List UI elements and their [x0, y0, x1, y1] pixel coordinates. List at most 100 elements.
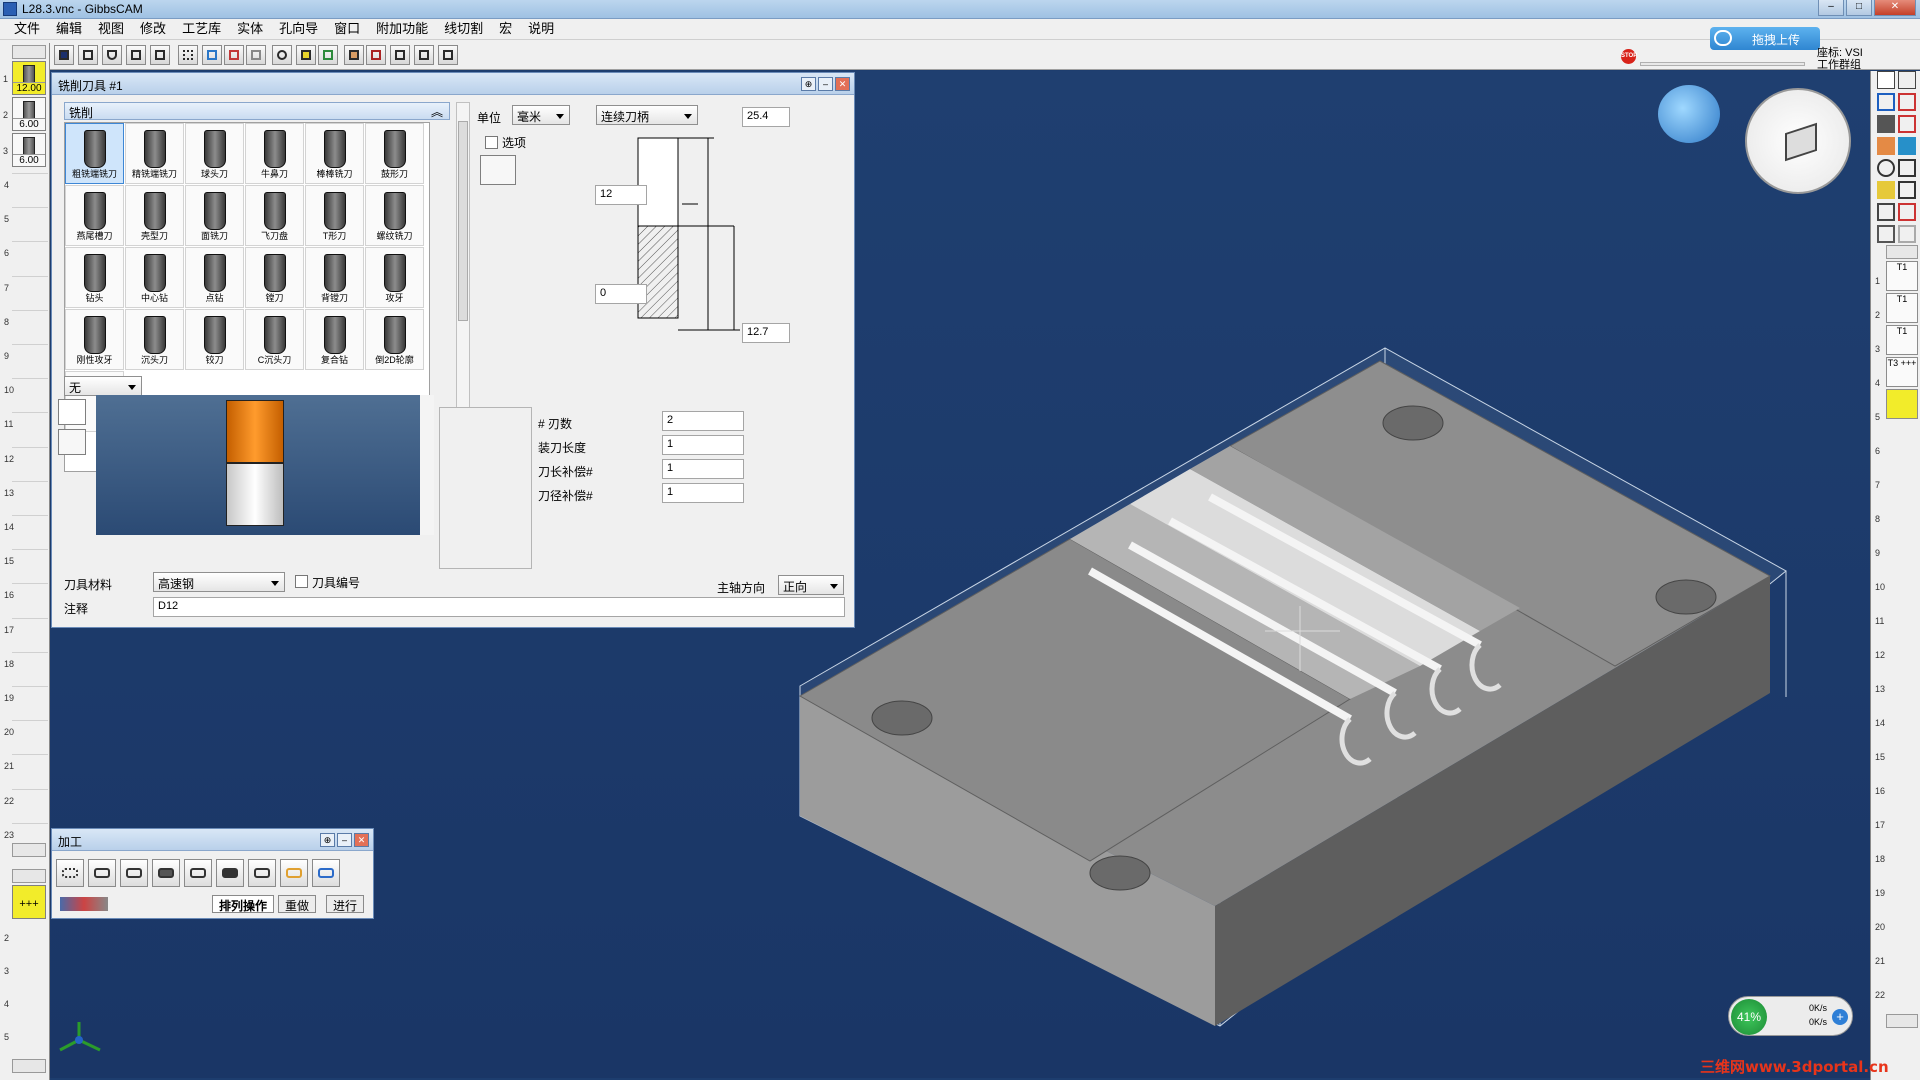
display-icon[interactable] — [202, 45, 222, 65]
menu-modify[interactable]: 修改 — [132, 19, 174, 39]
printer-icon[interactable] — [414, 45, 434, 65]
spindle-select[interactable]: 正向 — [778, 575, 844, 595]
minimize-dialog-button[interactable]: – — [818, 77, 833, 91]
menu-solid[interactable]: 实体 — [229, 19, 271, 39]
tool-slot-3[interactable]: 3 6.00 — [3, 133, 46, 167]
tool-type-3[interactable]: 球头刀 — [185, 123, 244, 184]
ops-scroll-up-arrow[interactable] — [1886, 245, 1918, 259]
cube-icon[interactable] — [126, 45, 146, 65]
tool-type-1[interactable]: 粗铣端铣刀 — [65, 123, 124, 184]
preview-scrollbar[interactable] — [420, 395, 434, 535]
drill-process-icon[interactable] — [56, 859, 84, 887]
options-checkbox[interactable] — [485, 136, 498, 149]
tool-type-17[interactable]: 背镗刀 — [305, 247, 364, 308]
menu-process-library[interactable]: 工艺库 — [174, 19, 229, 39]
tool-slot-2[interactable]: 2 6.00 — [3, 97, 46, 131]
new-document-icon[interactable] — [1877, 71, 1895, 89]
tool-type-23[interactable]: 复合钻 — [305, 309, 364, 370]
grid-icon[interactable] — [178, 45, 198, 65]
pocket-process-icon[interactable] — [120, 859, 148, 887]
face-process-icon[interactable] — [152, 859, 180, 887]
process-status-icons[interactable] — [60, 897, 108, 911]
tool-number-checkbox[interactable] — [295, 575, 308, 588]
layer-icon[interactable] — [246, 45, 266, 65]
scroll-down-arrow[interactable] — [12, 843, 46, 857]
copy-icon[interactable] — [1898, 71, 1916, 89]
flute-length-field[interactable]: 12.7 — [742, 323, 790, 343]
minimize-button[interactable]: – — [1818, 0, 1844, 16]
eye-icon[interactable] — [1877, 159, 1895, 177]
tool-type-19[interactable]: 刚性攻牙 — [65, 309, 124, 370]
tab-redo[interactable]: 重做 — [278, 895, 317, 913]
workgroup-icon[interactable] — [1877, 181, 1895, 199]
tool-type-7[interactable]: 燕尾槽刀 — [65, 185, 124, 246]
tool-type-8[interactable]: 壳型刀 — [125, 185, 184, 246]
surface-process-icon[interactable] — [216, 859, 244, 887]
menu-window[interactable]: 窗口 — [326, 19, 368, 39]
menu-macro[interactable]: 宏 — [491, 19, 520, 39]
process-scroll-down-arrow[interactable] — [12, 1059, 46, 1073]
stop-icon[interactable]: STOP — [1621, 49, 1637, 64]
solid-yellow-icon[interactable] — [296, 45, 316, 65]
tool-type-20[interactable]: 沉头刀 — [125, 309, 184, 370]
maximize-button[interactable]: □ — [1846, 0, 1872, 16]
note-field[interactable]: D12 — [153, 597, 845, 617]
view-icon[interactable] — [1898, 181, 1916, 199]
box-icon[interactable] — [150, 45, 170, 65]
view-navigator[interactable] — [1745, 88, 1851, 194]
add-holder-button[interactable] — [480, 155, 516, 185]
tool-type-2[interactable]: 精铣端铣刀 — [125, 123, 184, 184]
color-icon[interactable] — [224, 45, 244, 65]
milling-category-header[interactable]: 铣削 ︽ — [64, 102, 450, 120]
operation-slot-3[interactable]: T1 — [1886, 325, 1918, 355]
table-icon[interactable] — [1877, 225, 1895, 243]
diameter-offset-field[interactable]: 1 — [662, 483, 744, 503]
material-icon[interactable] — [344, 45, 364, 65]
tool-type-12[interactable]: 螺纹铣刀 — [365, 185, 424, 246]
tab-run[interactable]: 进行 — [326, 895, 365, 913]
sketch-icon[interactable] — [1898, 203, 1916, 221]
material-select[interactable]: 高速钢 — [153, 572, 285, 592]
menu-view[interactable]: 视图 — [90, 19, 132, 39]
unit-select[interactable]: 毫米 — [512, 105, 570, 125]
layers-icon[interactable] — [1898, 137, 1916, 155]
close-button[interactable]: ✕ — [1874, 0, 1916, 16]
plus-icon[interactable]: + — [1832, 1009, 1848, 1025]
zoom-icon[interactable] — [58, 429, 86, 455]
coolant-flood-icon[interactable] — [58, 399, 86, 425]
help-pointer-icon[interactable] — [438, 45, 458, 65]
tool-type-5[interactable]: 棒棒铣刀 — [305, 123, 364, 184]
contour-process-icon[interactable] — [88, 859, 116, 887]
rough-process-icon[interactable] — [248, 859, 276, 887]
tool-type-13[interactable]: 钻头 — [65, 247, 124, 308]
machine-icon[interactable] — [318, 45, 338, 65]
csys-icon[interactable] — [1877, 203, 1895, 221]
close-dialog-button[interactable]: ✕ — [835, 77, 850, 91]
tab-arrange-operations[interactable]: 排列操作 — [212, 895, 275, 913]
menu-hole-wizard[interactable]: 孔向导 — [271, 19, 326, 39]
overall-length-field[interactable]: 25.4 — [742, 107, 790, 127]
menu-help[interactable]: 说明 — [520, 19, 562, 39]
operation-slot-1[interactable]: T1 — [1886, 261, 1918, 291]
bird-logo-icon[interactable] — [1658, 85, 1720, 143]
solid-icon[interactable] — [1898, 159, 1916, 177]
tool-type-18[interactable]: 攻牙 — [365, 247, 424, 308]
tool-icon[interactable] — [1877, 115, 1895, 133]
process-slot-1[interactable]: +++ — [12, 885, 46, 919]
corner-radius-field[interactable]: 0 — [595, 284, 647, 304]
operation-slot-2[interactable]: T1 — [1886, 293, 1918, 323]
arrow-icon[interactable] — [390, 45, 410, 65]
process-scroll-up-arrow[interactable] — [12, 869, 46, 883]
verify-icon[interactable] — [312, 859, 340, 887]
coolant-select[interactable]: 无 — [64, 376, 142, 396]
flutes-field[interactable]: 2 — [662, 411, 744, 431]
menu-wire-edm[interactable]: 线切割 — [436, 19, 491, 39]
ops-scroll-down-arrow[interactable] — [1886, 1014, 1918, 1028]
geometry-icon[interactable] — [78, 45, 98, 65]
tool-type-14[interactable]: 中心钻 — [125, 247, 184, 308]
pointer-icon[interactable] — [366, 45, 386, 65]
tool-type-4[interactable]: 牛鼻刀 — [245, 123, 304, 184]
diameter-field[interactable]: 12 — [595, 185, 647, 205]
tool-type-16[interactable]: 镗刀 — [245, 247, 304, 308]
menu-plugins[interactable]: 附加功能 — [368, 19, 436, 39]
